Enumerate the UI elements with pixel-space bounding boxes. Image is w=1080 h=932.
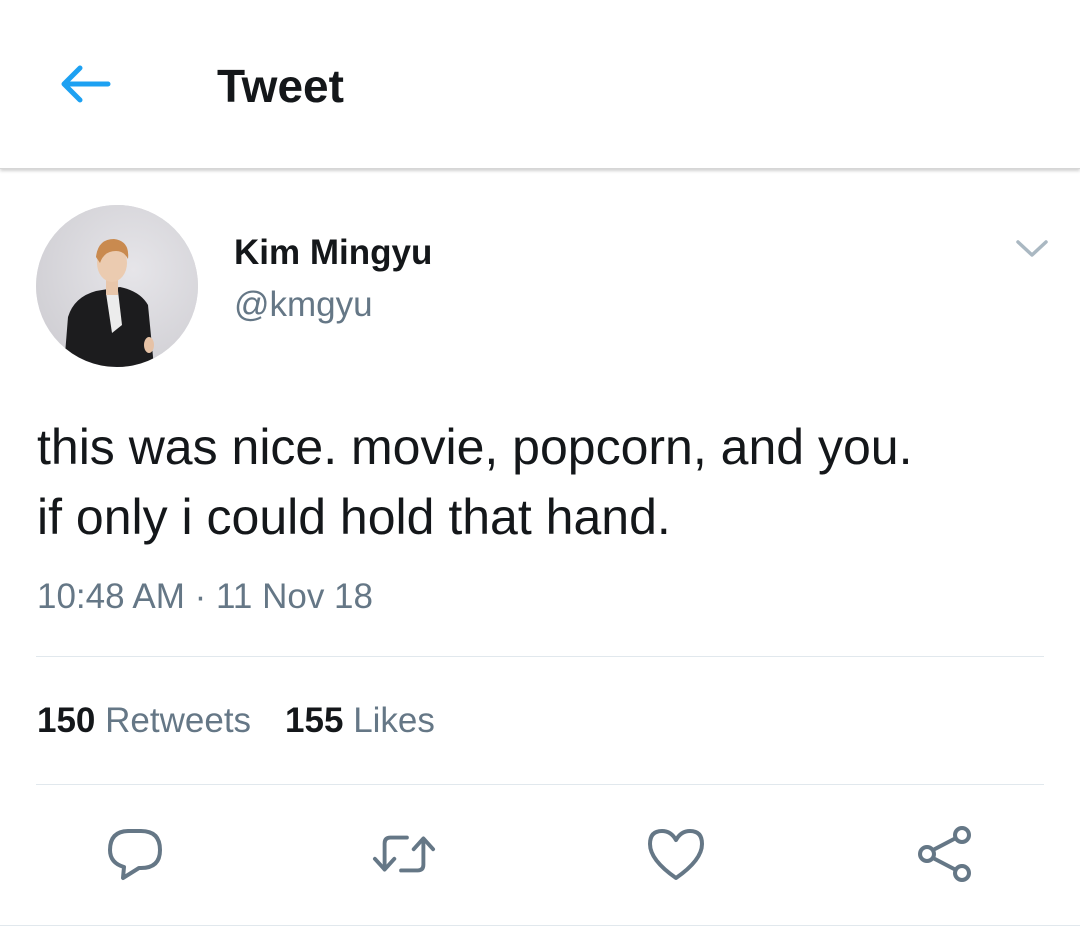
app-header: Tweet bbox=[0, 0, 1080, 169]
likes-count: 155 bbox=[285, 701, 344, 740]
retweet-button[interactable] bbox=[372, 822, 436, 886]
retweets-label: Retweets bbox=[105, 701, 252, 740]
timestamp-separator: · bbox=[194, 577, 207, 616]
author-name[interactable]: Kim Mingyu bbox=[234, 232, 432, 274]
likes-label: Likes bbox=[353, 701, 435, 740]
tweet-text-line: if only i could hold that hand. bbox=[37, 489, 671, 545]
reply-icon bbox=[108, 829, 162, 880]
chevron-down-icon bbox=[1016, 240, 1048, 257]
tweet-text-line: this was nice. movie, popcorn, and you. bbox=[37, 419, 913, 475]
divider bbox=[0, 925, 1080, 926]
back-button[interactable] bbox=[54, 58, 116, 110]
like-button[interactable] bbox=[644, 822, 708, 886]
divider bbox=[36, 656, 1044, 657]
tweet-text: this was nice. movie, popcorn, and you. … bbox=[37, 412, 1047, 552]
tweet-time: 10:48 AM bbox=[37, 577, 185, 616]
share-icon bbox=[918, 826, 971, 882]
author-handle[interactable]: @kmgyu bbox=[234, 284, 373, 326]
page-title: Tweet bbox=[217, 60, 344, 112]
avatar[interactable] bbox=[36, 205, 198, 367]
tweet-timestamp: 10:48 AM · 11 Nov 18 bbox=[37, 576, 373, 618]
retweets-stat[interactable]: 150 Retweets bbox=[37, 700, 251, 742]
share-button[interactable] bbox=[913, 822, 977, 886]
tweet-stats: 150 Retweets 155 Likes bbox=[37, 700, 469, 742]
profile-photo bbox=[36, 205, 198, 367]
reply-button[interactable] bbox=[103, 822, 167, 886]
divider bbox=[36, 784, 1044, 785]
arrow-left-icon bbox=[61, 65, 111, 103]
tweet-date: 11 Nov 18 bbox=[216, 577, 373, 616]
more-options-button[interactable] bbox=[1012, 232, 1052, 266]
heart-icon bbox=[648, 829, 704, 880]
retweet-icon bbox=[372, 835, 436, 873]
retweets-count: 150 bbox=[37, 701, 96, 740]
likes-stat[interactable]: 155 Likes bbox=[285, 700, 435, 742]
